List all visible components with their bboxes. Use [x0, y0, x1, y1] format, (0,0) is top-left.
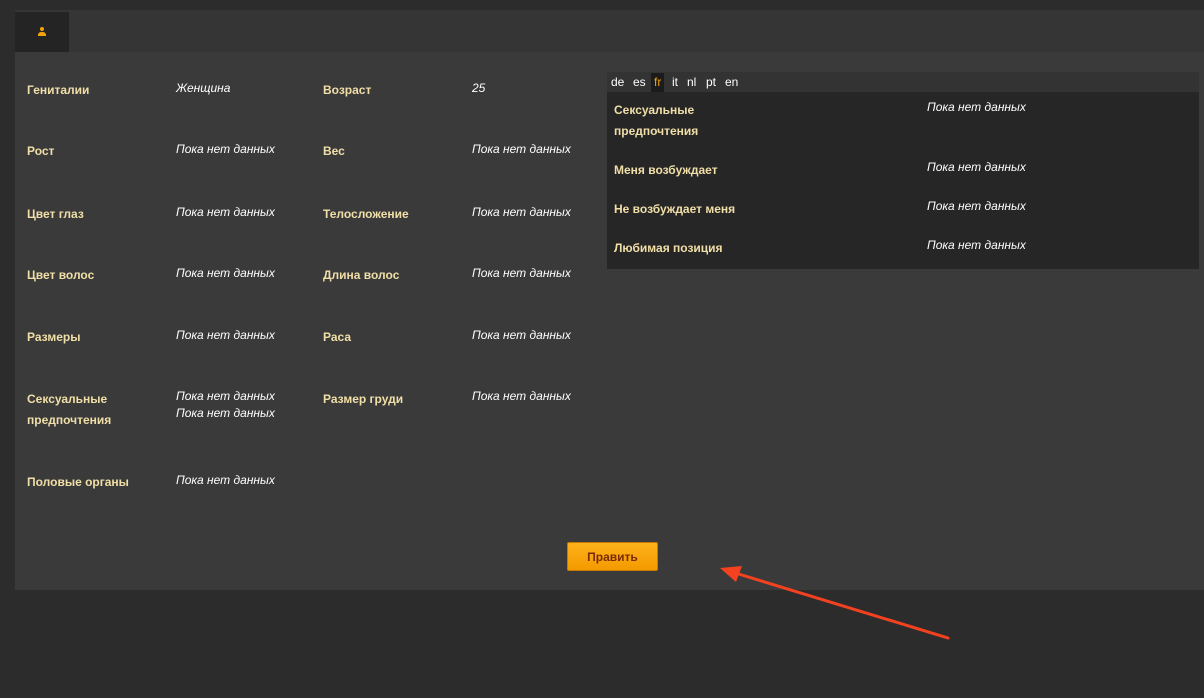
pref-label-turn-ons: Меня возбуждает	[614, 163, 718, 177]
profile-panel: Гениталии Рост Цвет глаз Цвет волос Разм…	[15, 52, 1204, 590]
value-age: 25	[472, 81, 486, 95]
lang-it[interactable]: it	[672, 73, 678, 92]
label-race: Раса	[323, 330, 352, 344]
label-hair-length: Длина волос	[323, 268, 400, 282]
label-weight: Вес	[323, 144, 345, 158]
lang-en[interactable]: en	[725, 73, 738, 92]
label-height: Рост	[27, 144, 55, 158]
annotation-arrow-icon	[720, 566, 950, 640]
pref-label-sexual-preferences: Сексуальные предпочтения	[614, 103, 699, 138]
value-race: Пока нет данных	[472, 328, 571, 342]
pref-label-favorite-position: Любимая позиция	[614, 241, 723, 255]
label-sexual-preferences: Сексуальные предпочтения	[27, 392, 112, 427]
lang-fr[interactable]: fr	[651, 73, 665, 92]
pref-value-turn-ons: Пока нет данных	[927, 160, 1026, 174]
value-hair-color: Пока нет данных	[176, 266, 275, 280]
lang-de[interactable]: de	[611, 73, 624, 92]
label-hair-color: Цвет волос	[27, 268, 95, 282]
value-eye-color: Пока нет данных	[176, 205, 275, 219]
lang-es[interactable]: es	[633, 73, 646, 92]
label-sizes: Размеры	[27, 330, 81, 344]
pref-value-favorite-position: Пока нет данных	[927, 238, 1026, 252]
lang-pt[interactable]: pt	[706, 73, 716, 92]
user-icon	[37, 27, 47, 37]
tab-profile[interactable]	[15, 12, 69, 52]
pref-value-turn-offs: Пока нет данных	[927, 199, 1026, 213]
label-body-type: Телосложение	[323, 207, 409, 221]
value-breast-size: Пока нет данных	[472, 389, 571, 403]
value-weight: Пока нет данных	[472, 142, 571, 156]
label-breast-size: Размер груди	[323, 392, 404, 406]
top-bar	[0, 0, 1204, 10]
pref-value-sexual-preferences: Пока нет данных	[927, 100, 1026, 114]
preferences-box: Сексуальные предпочтения Пока нет данных…	[607, 92, 1199, 269]
value-sexual-preferences: Пока нет данных Пока нет данных	[176, 389, 275, 420]
value-body-type: Пока нет данных	[472, 205, 571, 219]
edit-button[interactable]: Править	[567, 542, 658, 571]
value-genitals: Женщина	[176, 81, 231, 95]
label-genital-organs: Половые органы	[27, 475, 129, 489]
label-eye-color: Цвет глаз	[27, 207, 84, 221]
pref-label-turn-offs: Не возбуждает меня	[614, 202, 736, 216]
lang-nl[interactable]: nl	[687, 73, 696, 92]
value-genital-organs: Пока нет данных	[176, 473, 275, 487]
label-age: Возраст	[323, 83, 372, 97]
tab-strip	[15, 10, 1204, 52]
value-sizes: Пока нет данных	[176, 328, 275, 342]
language-switcher: de es fr it nl pt en	[607, 72, 1199, 92]
value-hair-length: Пока нет данных	[472, 266, 571, 280]
label-genitals: Гениталии	[27, 83, 90, 97]
value-height: Пока нет данных	[176, 142, 275, 156]
